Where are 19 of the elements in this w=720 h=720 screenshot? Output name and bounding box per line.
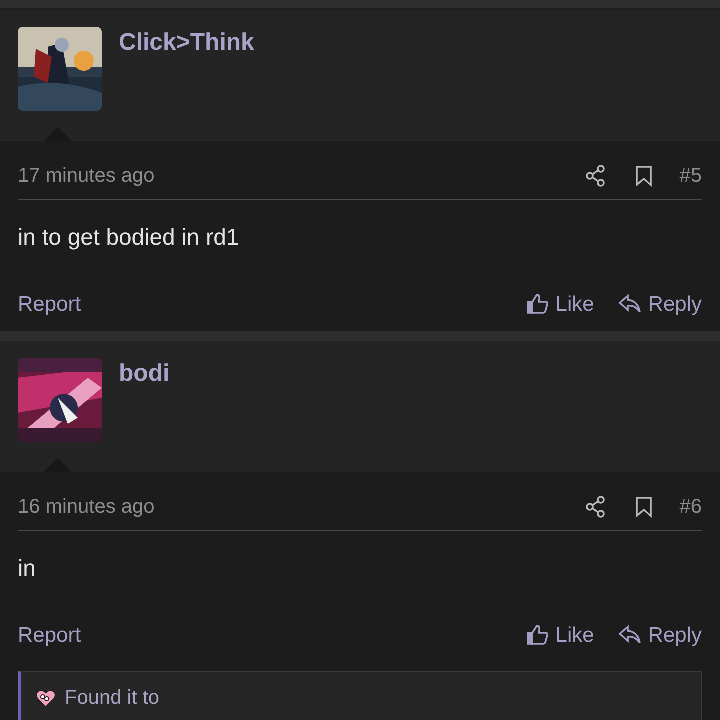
post-message: in — [18, 554, 37, 583]
quote-text: Found it to — [65, 686, 160, 710]
report-link[interactable]: Report — [18, 620, 82, 651]
username-link[interactable]: Click>Think — [119, 29, 254, 58]
username-link[interactable]: bodi — [119, 360, 170, 389]
reply-button[interactable]: Reply — [618, 288, 702, 320]
like-button[interactable]: Like — [526, 288, 594, 320]
post-message: in to get bodied in rd1 — [18, 223, 240, 252]
report-link[interactable]: Report — [18, 288, 82, 320]
post-time: 16 minutes ago — [18, 495, 155, 520]
thumbs-up-icon — [526, 292, 550, 316]
post-number-link[interactable]: #6 — [680, 492, 702, 522]
post-number-link[interactable]: #5 — [680, 161, 702, 191]
like-button[interactable]: Like — [526, 620, 594, 651]
share-icon[interactable] — [584, 495, 608, 519]
post-time: 17 minutes ago — [18, 164, 155, 189]
reply-button[interactable]: Reply — [618, 620, 702, 651]
thumbs-up-icon — [526, 623, 550, 648]
share-icon[interactable] — [584, 164, 608, 188]
